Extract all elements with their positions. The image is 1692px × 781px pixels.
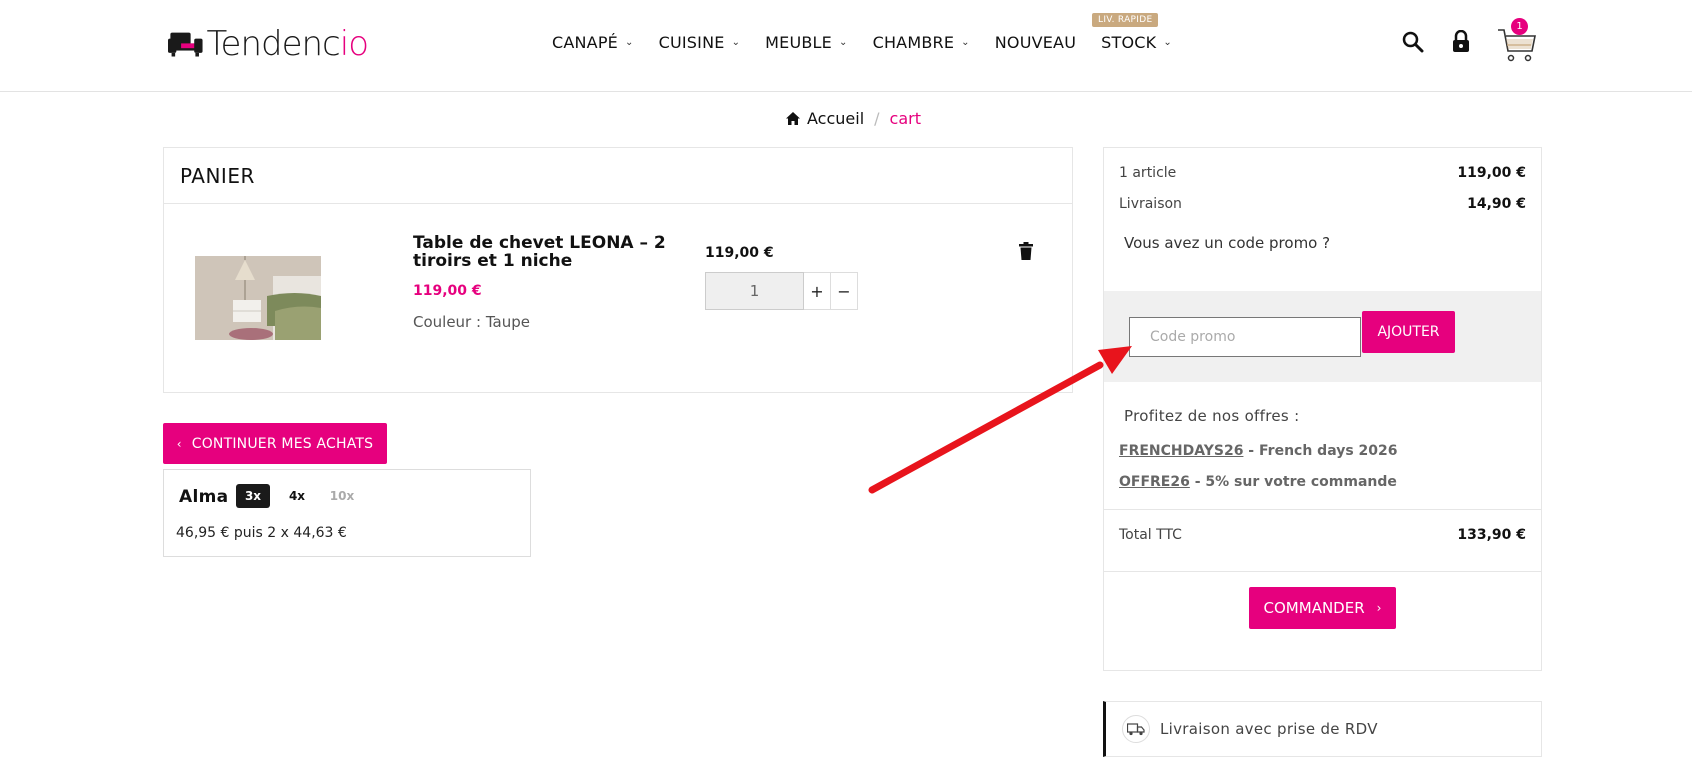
nav-item-chambre[interactable]: CHAMBRE ⌄ [873,33,970,52]
continue-shopping-button[interactable]: ‹ CONTINUER MES ACHATS [163,423,387,464]
cart-title: PANIER [180,164,255,188]
cart-divider [164,203,1072,204]
truck-icon [1122,715,1150,743]
cart-count-badge: 1 [1511,18,1528,35]
search-icon[interactable] [1402,31,1424,53]
offer-desc: - 5% sur votre commande [1189,474,1397,490]
quantity-minus-button[interactable]: − [831,272,858,310]
offer-item: FRENCHDAYS26 - French days 2026 [1119,443,1398,459]
chevron-left-icon: ‹ [176,436,182,451]
chevron-down-icon: ⌄ [731,37,741,48]
add-promo-button[interactable]: AJOUTER [1362,311,1455,353]
cart-panel: PANIER Table de chevet LEONA – 2 tiroirs… [163,147,1073,393]
product-image[interactable] [195,256,321,340]
alma-option-4x[interactable]: 4x [287,484,307,508]
summary-articles-row: 1 article 119,00 € [1119,165,1526,181]
quantity-input[interactable] [705,272,804,310]
nav-item-meuble[interactable]: MEUBLE ⌄ [765,33,847,52]
total-value: 133,90 € [1457,527,1526,543]
shipping-label: Livraison [1119,196,1182,212]
site-header: Tendencio CANAPÉ ⌄ CUISINE ⌄ MEUBLE ⌄ CHAMB… [0,0,1692,92]
summary-total-row: Total TTC 133,90 € [1119,527,1526,543]
alma-option-3x[interactable]: 3x [236,484,270,508]
offer-code[interactable]: OFFRE26 [1119,474,1190,490]
product-attribute: Couleur : Taupe [413,313,530,331]
main-nav: CANAPÉ ⌄ CUISINE ⌄ MEUBLE ⌄ CHAMBRE ⌄ NOUVEA… [552,33,1197,52]
logo-wordmark: Tendencio [206,24,369,64]
trash-icon[interactable] [1019,242,1033,260]
product-name[interactable]: Table de chevet LEONA – 2 tiroirs et 1 n… [413,234,673,270]
offer-item: OFFRE26 - 5% sur votre commande [1119,474,1397,490]
breadcrumb-current: cart [889,109,921,128]
chevron-down-icon: ⌄ [961,37,970,48]
cart-summary: 1 article 119,00 € Livraison 14,90 € Vou… [1103,147,1542,671]
nav-item-cuisine[interactable]: CUISINE ⌄ [659,33,741,52]
quantity-plus-button[interactable]: + [804,272,831,310]
articles-label: 1 article [1119,165,1177,181]
breadcrumb-separator: / [874,109,880,128]
quantity-stepper: + − [705,272,858,310]
home-icon [786,112,800,125]
promo-code-input[interactable] [1129,317,1361,357]
nav-item-nouveau[interactable]: NOUVEAU [995,33,1076,52]
lock-icon[interactable] [1452,30,1470,53]
chevron-down-icon: ⌄ [1163,37,1172,48]
stock-badge: LIV. RAPIDE [1092,13,1159,27]
delivery-info[interactable]: Livraison avec prise de RDV [1103,701,1542,757]
alma-schedule: 46,95 € puis 2 x 44,63 € [176,525,347,541]
chevron-right-icon: › [1376,601,1382,615]
articles-value: 119,00 € [1457,165,1526,181]
breadcrumb: Accueil / cart [786,109,921,128]
chevron-down-icon: ⌄ [625,37,634,48]
continue-shopping-label: CONTINUER MES ACHATS [191,435,374,452]
unit-price: 119,00 € [705,245,774,261]
bedroom-photo [195,256,321,340]
promo-section: AJOUTER [1104,291,1541,382]
sofa-logo-icon [168,32,203,57]
product-price: 119,00 € [413,283,482,299]
site-logo[interactable]: Tendencio [168,20,369,68]
alma-widget: Alma 3x 4x 10x 46,95 € puis 2 x 44,63 € [163,469,531,557]
alma-logo: Alma [179,487,229,507]
summary-divider [1104,571,1541,572]
chevron-down-icon: ⌄ [838,37,848,48]
nav-item-canape[interactable]: CANAPÉ ⌄ [552,33,634,52]
shipping-value: 14,90 € [1467,196,1526,212]
promo-question[interactable]: Vous avez un code promo ? [1124,234,1330,252]
breadcrumb-home[interactable]: Accueil [807,109,864,128]
checkout-label: COMMANDER [1263,599,1365,617]
offer-desc: - French days 2026 [1243,443,1398,459]
checkout-button[interactable]: COMMANDER › [1249,587,1396,629]
offers-title: Profitez de nos offres : [1124,407,1300,425]
total-label: Total TTC [1119,527,1182,543]
summary-divider [1104,509,1541,510]
delivery-label: Livraison avec prise de RDV [1160,720,1378,738]
offer-code[interactable]: FRENCHDAYS26 [1119,443,1243,459]
alma-option-10x[interactable]: 10x [329,484,355,508]
nav-item-stock[interactable]: STOCK ⌄ [1101,33,1172,52]
summary-shipping-row: Livraison 14,90 € [1119,196,1526,212]
